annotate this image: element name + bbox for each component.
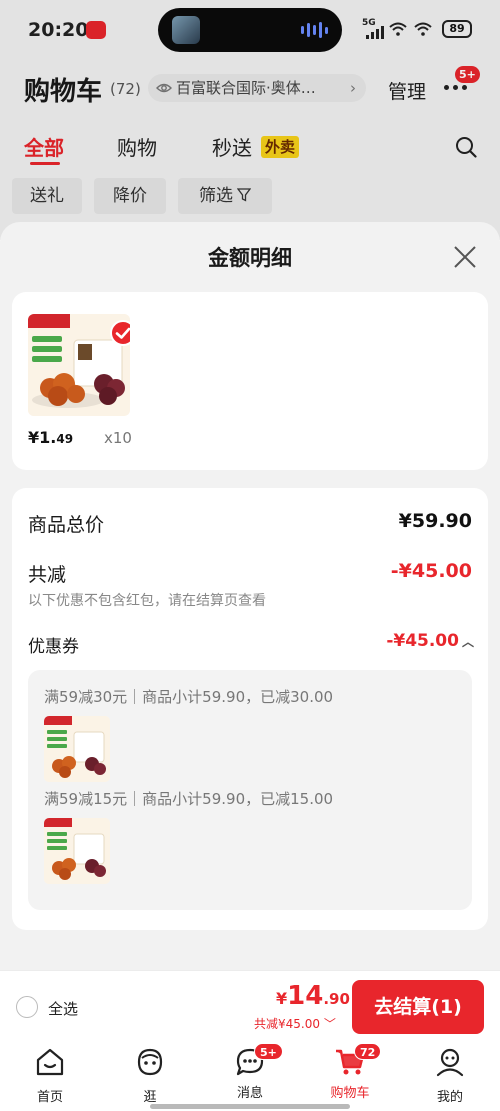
discount-value: -¥45.00 [390,560,472,582]
chevron-up-icon: ︿ [461,635,474,649]
coupon-product-thumbnail [44,818,110,884]
discount-label: 共减 [28,564,67,586]
price-breakdown-card: 商品总价 ¥59.90 共减 -¥45.00 以下优惠不包含红包，请在结算页查看… [12,488,488,930]
cart-badge: 72 [354,1043,382,1060]
product-image[interactable] [28,314,130,416]
tabbar-label: 购物车 [330,1086,370,1101]
tabbar-item-profile[interactable]: 我的 [410,1046,490,1105]
total-discount-toggle[interactable]: 共减¥45.00 ﹀ [254,1015,336,1032]
home-icon [36,1048,64,1076]
tabbar-item-cart[interactable]: 72 购物车 [310,1043,390,1101]
checkout-button[interactable]: 去结算(1) [352,980,484,1034]
browse-face-icon [137,1048,163,1076]
product-price: ¥1.49 [28,428,74,447]
tabbar-label: 逛 [143,1090,157,1105]
total-price-value: ¥59.90 [398,510,472,532]
tabbar-label: 首页 [36,1090,63,1105]
cart-icon-wrap: 72 [334,1043,382,1078]
select-all-checkbox[interactable] [16,996,38,1018]
tabbar-label: 我的 [436,1090,463,1105]
select-all-label[interactable]: 全选 [48,998,78,1019]
checkout-bar: 全选 ¥14.90 共减¥45.00 ﹀ 去结算(1) [0,970,500,1040]
close-icon[interactable] [452,244,478,270]
dried-dates-product-icon [44,818,110,884]
sheet-title: 金额明细 [208,246,292,270]
messages-badge: 5+ [254,1043,283,1060]
tabbar-item-home[interactable]: 首页 [10,1046,90,1105]
tabbar-label: 消息 [236,1086,263,1101]
coupon-product-thumbnail [44,716,110,782]
selected-check-icon[interactable] [110,320,130,346]
coupon-line: 满59减30元｜商品小计59.90，已减30.00 [44,688,334,706]
modal-backdrop[interactable] [0,0,500,240]
total-price: ¥14.90 [276,981,350,1011]
coupon-label: 优惠券 [28,637,79,657]
tabbar-item-browse[interactable]: 逛 [110,1046,190,1105]
chevron-down-icon: ﹀ [323,1017,336,1031]
coupon-toggle[interactable]: -¥45.00 ︿ [386,631,474,651]
product-quantity: x10 [104,429,132,447]
coupon-line: 满59减15元｜商品小计59.90，已减15.00 [44,790,334,808]
product-card: ¥1.49 x10 [12,292,488,470]
bottom-tab-bar: 首页 逛 5+ 消息 72 购物车 我的 [0,1040,500,1111]
dried-dates-product-icon [44,716,110,782]
total-price-label: 商品总价 [28,514,105,536]
home-indicator [150,1104,350,1109]
cart-page-background: 20:20 5G 89 购物车 (72) 百富联合国际·奥体… › 管理 5+ … [0,0,500,240]
tabbar-item-messages[interactable]: 5+ 消息 [210,1043,290,1101]
discount-note: 以下优惠不包含红包，请在结算页查看 [28,593,266,609]
message-icon-wrap: 5+ [234,1043,283,1078]
profile-icon [436,1048,464,1077]
coupon-detail-box: 满59减30元｜商品小计59.90，已减30.00 满59减15元｜商品小计59… [28,670,472,910]
